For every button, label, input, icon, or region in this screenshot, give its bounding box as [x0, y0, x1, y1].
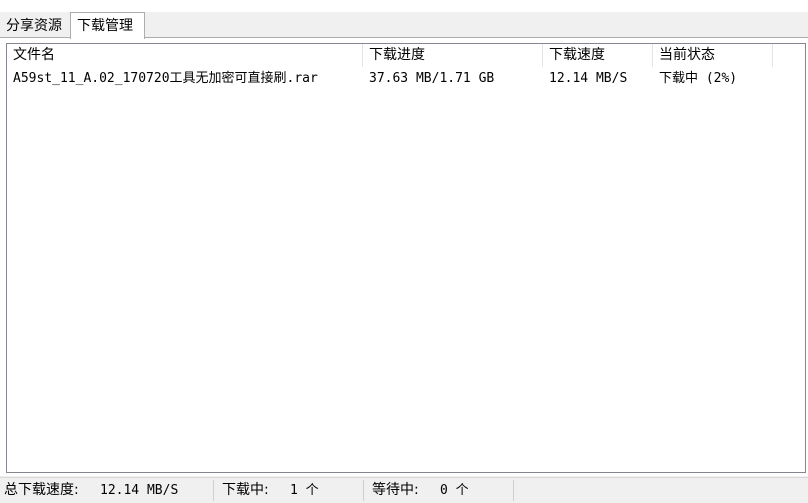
list-row[interactable]: A59st_11_A.02_170720工具无加密可直接刷.rar 37.63 … — [7, 68, 805, 90]
tab-share-resources[interactable]: 分享资源 — [0, 15, 71, 38]
waiting-value: 0 个 — [440, 483, 469, 498]
status-total-speed: 总下载速度: 12.14 MB/S — [0, 480, 214, 501]
downloading-label: 下载中: — [222, 482, 269, 498]
total-speed-value: 12.14 MB/S — [100, 483, 179, 498]
total-speed-label: 总下载速度: — [4, 482, 79, 498]
list-header: 文件名 下载进度 下载速度 当前状态 — [7, 44, 805, 67]
waiting-label: 等待中: — [372, 482, 419, 498]
status-downloading: 下载中: 1 个 — [218, 480, 364, 501]
status-bar: 总下载速度: 12.14 MB/S 下载中: 1 个 等待中: 0 个 — [0, 477, 808, 503]
row-progress: 37.63 MB/1.71 GB — [369, 71, 495, 86]
row-filename: A59st_11_A.02_170720工具无加密可直接刷.rar — [13, 71, 318, 86]
tab-download-manager[interactable]: 下载管理 — [70, 12, 145, 39]
column-header-filename[interactable]: 文件名 — [7, 44, 363, 67]
download-manager-panel: 文件名 下载进度 下载速度 当前状态 A59st_11_A.02_170720工… — [0, 37, 808, 476]
download-list[interactable]: 文件名 下载进度 下载速度 当前状态 A59st_11_A.02_170720工… — [6, 43, 806, 473]
row-speed: 12.14 MB/S — [549, 71, 628, 86]
title-bar — [0, 0, 808, 12]
column-header-status[interactable]: 当前状态 — [653, 44, 773, 67]
downloading-value: 1 个 — [290, 483, 319, 498]
column-header-progress[interactable]: 下载进度 — [363, 44, 543, 67]
row-status: 下载中 (2%) — [659, 71, 738, 86]
column-header-speed[interactable]: 下载速度 — [543, 44, 653, 67]
status-waiting: 等待中: 0 个 — [368, 480, 514, 501]
